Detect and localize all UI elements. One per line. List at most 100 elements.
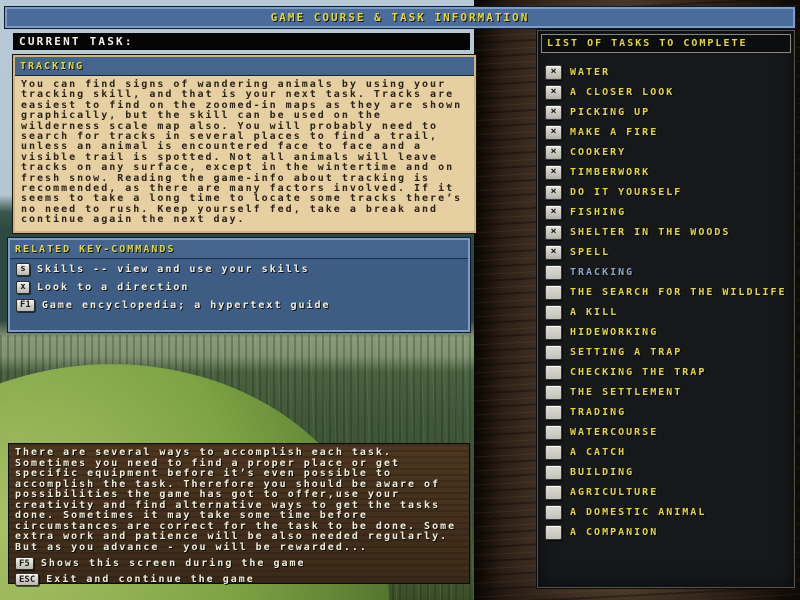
task-label: FISHING: [570, 206, 627, 218]
task-label: A DOMESTIC ANIMAL: [570, 506, 707, 518]
task-list-item[interactable]: SETTING A TRAP: [538, 342, 794, 362]
task-list-item[interactable]: THE SETTLEMENT: [538, 382, 794, 402]
tracking-description: You can find signs of wandering animals …: [21, 79, 463, 226]
task-label: SPELL: [570, 246, 611, 258]
task-checkbox[interactable]: [545, 404, 562, 420]
task-list-item[interactable]: CHECKING THE TRAP: [538, 362, 794, 382]
checkmark-x-icon: ×: [550, 66, 557, 77]
task-label: COOKERY: [570, 146, 627, 158]
task-list-item[interactable]: × WATER: [538, 62, 794, 82]
task-checkbox[interactable]: [545, 324, 562, 340]
info-commands-list: F5 Shows this screen during the game ESC…: [15, 556, 463, 587]
task-checkbox[interactable]: ×: [545, 164, 562, 180]
task-checkbox[interactable]: [545, 484, 562, 500]
key-command-label: Shows this screen during the game: [40, 558, 306, 569]
key-command-row: s Skills -- view and use your skills: [10, 261, 468, 277]
task-checkbox[interactable]: ×: [545, 64, 562, 80]
task-list-items: × WATER × A CLOSER LOOK × PICKING UP × M…: [538, 62, 794, 542]
task-list-item[interactable]: TRADING: [538, 402, 794, 422]
task-list-item[interactable]: A KILL: [538, 302, 794, 322]
key-commands-title: RELATED KEY-COMMANDS: [15, 243, 176, 255]
key-commands-list: s Skills -- view and use your skills x L…: [10, 261, 468, 313]
task-label: PICKING UP: [570, 106, 651, 118]
task-checkbox[interactable]: ×: [545, 244, 562, 260]
info-description: There are several ways to accomplish eac…: [15, 447, 457, 553]
checkmark-x-icon: ×: [550, 126, 557, 137]
task-label: CHECKING THE TRAP: [570, 366, 707, 378]
task-checkbox[interactable]: [545, 304, 562, 320]
checkmark-x-icon: ×: [550, 246, 557, 257]
task-checkbox[interactable]: [545, 264, 562, 280]
task-checkbox[interactable]: [545, 424, 562, 440]
task-checkbox[interactable]: [545, 524, 562, 540]
checkmark-x-icon: ×: [550, 166, 557, 177]
task-label: SETTING A TRAP: [570, 346, 683, 358]
task-list-item[interactable]: × DO IT YOURSELF: [538, 182, 794, 202]
task-label: WATERCOURSE: [570, 426, 659, 438]
task-checkbox[interactable]: [545, 384, 562, 400]
task-list-item[interactable]: × TIMBERWORK: [538, 162, 794, 182]
task-checkbox[interactable]: [545, 464, 562, 480]
task-checkbox[interactable]: ×: [545, 204, 562, 220]
tracking-panel-header: TRACKING: [15, 57, 474, 76]
checkmark-x-icon: ×: [550, 86, 557, 97]
task-list-item[interactable]: × COOKERY: [538, 142, 794, 162]
task-checkbox[interactable]: [545, 284, 562, 300]
task-label: WATER: [570, 66, 611, 78]
key-command-label: Game encyclopedia; a hypertext guide: [41, 299, 331, 311]
task-checkbox[interactable]: ×: [545, 224, 562, 240]
task-label: TRADING: [570, 406, 627, 418]
keycap-icon: s: [16, 262, 30, 276]
task-label: SHELTER IN THE WOODS: [570, 226, 731, 238]
task-checkbox[interactable]: ×: [545, 144, 562, 160]
checkmark-x-icon: ×: [550, 106, 557, 117]
task-list-item[interactable]: WATERCOURSE: [538, 422, 794, 442]
task-checkbox[interactable]: [545, 444, 562, 460]
task-list-item[interactable]: A COMPANION: [538, 522, 794, 542]
task-list-item[interactable]: × A CLOSER LOOK: [538, 82, 794, 102]
task-list-item[interactable]: TRACKING: [538, 262, 794, 282]
tracking-panel-title: TRACKING: [20, 60, 85, 72]
task-list-item[interactable]: × PICKING UP: [538, 102, 794, 122]
task-list-item[interactable]: × MAKE A FIRE: [538, 122, 794, 142]
key-command-row: F1 Game encyclopedia; a hypertext guide: [10, 297, 468, 313]
task-checkbox[interactable]: [545, 504, 562, 520]
task-list-panel: LIST OF TASKS TO COMPLETE × WATER × A CL…: [536, 29, 796, 589]
task-checkbox[interactable]: ×: [545, 84, 562, 100]
task-label: THE SETTLEMENT: [570, 386, 683, 398]
task-checkbox[interactable]: ×: [545, 124, 562, 140]
task-list-item[interactable]: AGRICULTURE: [538, 482, 794, 502]
info-panel: There are several ways to accomplish eac…: [8, 443, 470, 587]
task-checkbox[interactable]: [545, 344, 562, 360]
current-task-bar: CURRENT TASK:: [13, 33, 470, 50]
task-checkbox[interactable]: ×: [545, 184, 562, 200]
checkmark-x-icon: ×: [550, 186, 557, 197]
task-list-item[interactable]: × SPELL: [538, 242, 794, 262]
key-command-row: F5 Shows this screen during the game: [15, 556, 463, 571]
task-checkbox[interactable]: ×: [545, 104, 562, 120]
key-command-row: x Look to a direction: [10, 279, 468, 295]
task-list-item[interactable]: × FISHING: [538, 202, 794, 222]
task-label: A CLOSER LOOK: [570, 86, 675, 98]
task-label: HIDEWORKING: [570, 326, 659, 338]
task-list-item[interactable]: A CATCH: [538, 442, 794, 462]
page-title: GAME COURSE & TASK INFORMATION: [270, 11, 530, 24]
task-label: AGRICULTURE: [570, 486, 659, 498]
title-bar: GAME COURSE & TASK INFORMATION: [4, 6, 796, 29]
task-label: A COMPANION: [570, 526, 659, 538]
key-commands-header: RELATED KEY-COMMANDS: [10, 240, 468, 259]
task-checkbox[interactable]: [545, 364, 562, 380]
task-list-item[interactable]: BUILDING: [538, 462, 794, 482]
task-list-header: LIST OF TASKS TO COMPLETE: [541, 34, 791, 53]
key-command-label: Exit and continue the game: [46, 574, 255, 585]
task-label: THE SEARCH FOR THE WILDLIFE: [570, 286, 787, 298]
keycap-icon: x: [16, 280, 30, 294]
task-list-item[interactable]: THE SEARCH FOR THE WILDLIFE: [538, 282, 794, 302]
task-label: A KILL: [570, 306, 619, 318]
task-list-item[interactable]: × SHELTER IN THE WOODS: [538, 222, 794, 242]
task-list-item[interactable]: A DOMESTIC ANIMAL: [538, 502, 794, 522]
task-label: TIMBERWORK: [570, 166, 651, 178]
task-list-item[interactable]: HIDEWORKING: [538, 322, 794, 342]
key-command-label: Skills -- view and use your skills: [37, 263, 310, 275]
key-command-row: ESC Exit and continue the game: [15, 572, 463, 587]
